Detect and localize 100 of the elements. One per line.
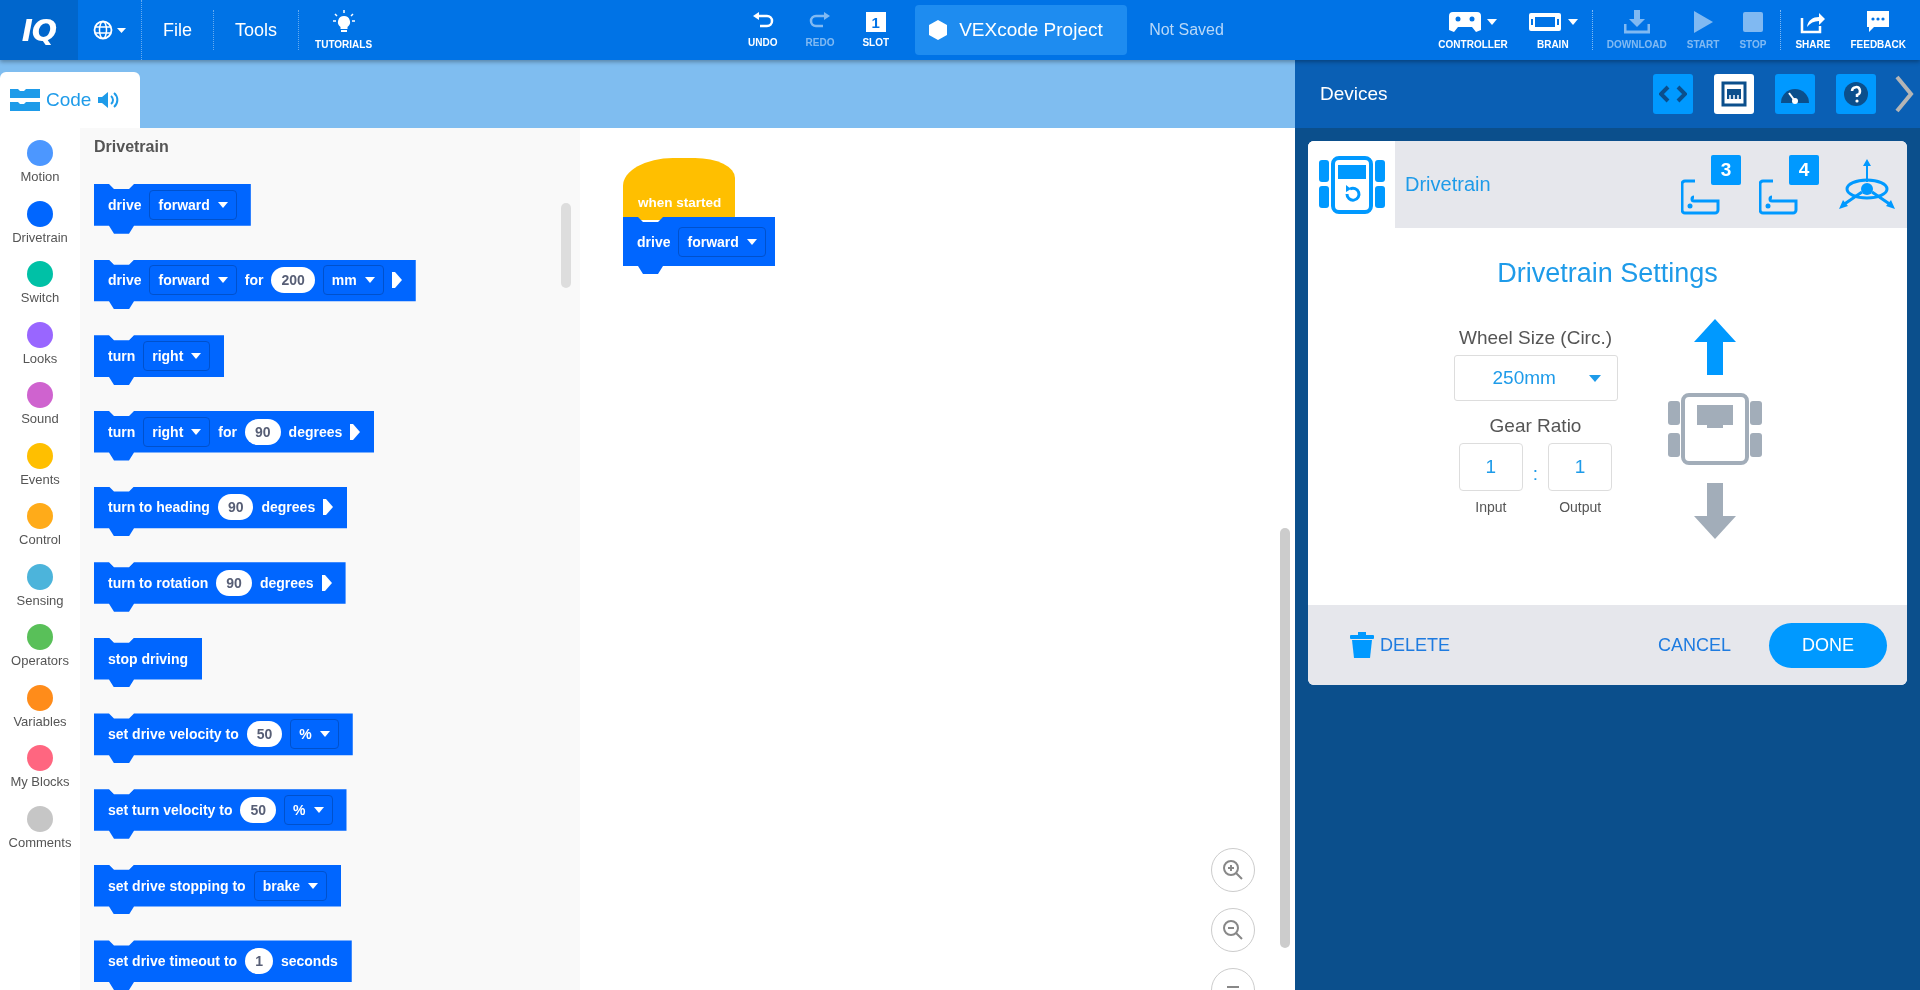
code-block[interactable]: stop driving: [94, 637, 203, 688]
code-block[interactable]: turn to heading 90 degrees: [94, 486, 348, 537]
code-tab[interactable]: Code: [0, 72, 140, 128]
code-tab[interactable]: [1653, 74, 1693, 114]
feedback-button[interactable]: FEEDBACK: [1840, 10, 1916, 50]
logo[interactable]: IQ: [0, 0, 78, 60]
output-field[interactable]: 1: [1548, 443, 1613, 491]
scrollbar[interactable]: [561, 203, 571, 288]
menu-button[interactable]: File: [142, 10, 214, 50]
dropdown-field[interactable]: right: [143, 341, 211, 372]
code-block[interactable]: drive forward for 200 mm: [94, 259, 416, 310]
dropdown-field[interactable]: forward: [678, 226, 766, 257]
block-label: drive: [108, 196, 142, 213]
caret-icon: [217, 201, 228, 208]
blocks-icon: [10, 87, 40, 113]
delete-button[interactable]: DELETE: [1350, 632, 1451, 658]
arrow-icon[interactable]: [321, 575, 332, 591]
code-block[interactable]: drive forward: [623, 217, 775, 274]
category-heading: Drivetrain: [94, 138, 169, 156]
arrow-icon[interactable]: [323, 499, 334, 516]
zoom-out-button[interactable]: [1211, 908, 1255, 952]
zoom-in-icon: [1221, 858, 1245, 882]
input-field[interactable]: 1: [1458, 443, 1523, 491]
arrow-icon[interactable]: [391, 272, 402, 289]
help-tab[interactable]: [1836, 74, 1876, 114]
dropdown-field[interactable]: forward: [149, 189, 237, 220]
number-field[interactable]: 90: [245, 418, 281, 445]
category-item[interactable]: Drivetrain: [0, 200, 80, 261]
motor-icon[interactable]: [1759, 178, 1799, 215]
category-item[interactable]: Sound: [0, 382, 80, 443]
drivetrain-icon: [1318, 155, 1385, 214]
devices-tab[interactable]: [1714, 74, 1754, 114]
category-item[interactable]: Switch: [0, 261, 80, 322]
category-item[interactable]: Events: [0, 442, 80, 503]
chevron-right-icon[interactable]: [1894, 75, 1914, 113]
dropdown-field[interactable]: forward: [149, 265, 237, 296]
caret-icon: [191, 353, 202, 360]
caret-icon: [1487, 19, 1498, 25]
code-icon: [1659, 84, 1687, 104]
arrow-icon[interactable]: [350, 423, 361, 440]
number-field[interactable]: 50: [240, 796, 277, 823]
block-label: stop driving: [108, 650, 189, 667]
block-label: for: [244, 272, 264, 289]
globe-icon: [92, 20, 127, 40]
code-block[interactable]: set drive timeout to 1 seconds: [94, 940, 352, 990]
arrow-up-icon[interactable]: [1693, 319, 1736, 375]
number-field[interactable]: 90: [216, 570, 252, 596]
dropdown-field[interactable]: right: [143, 416, 211, 447]
number-field[interactable]: 90: [217, 494, 254, 521]
caret-icon: [191, 428, 202, 435]
wheel-size-dropdown[interactable]: 250mm: [1453, 355, 1618, 401]
category-item[interactable]: Looks: [0, 321, 80, 382]
undo-button[interactable]: UNDO: [738, 12, 788, 48]
dropdown-field[interactable]: %: [284, 794, 333, 825]
code-block[interactable]: turn right for 90 degrees: [94, 410, 375, 461]
tutorials-button[interactable]: TUTORIALS: [299, 10, 389, 50]
controller-button[interactable]: CONTROLLER: [1428, 10, 1518, 50]
motor-icon[interactable]: [1681, 178, 1721, 215]
brain-button[interactable]: BRAIN: [1517, 10, 1588, 50]
menu-button[interactable]: Tools: [214, 10, 300, 50]
code-block[interactable]: set turn velocity to 50 %: [94, 789, 347, 839]
number-field[interactable]: 200: [271, 267, 315, 294]
brain-icon: [1527, 10, 1562, 34]
trash-icon: [1350, 632, 1374, 658]
code-block[interactable]: set drive stopping to brake: [94, 864, 342, 915]
caret-icon: [364, 277, 375, 284]
category-item[interactable]: My Blocks: [0, 745, 80, 806]
code-block[interactable]: set drive velocity to 50 %: [94, 713, 353, 764]
share-icon: [1799, 10, 1826, 34]
dashboard-tab[interactable]: [1775, 74, 1815, 114]
project-name-field[interactable]: VEXcode Project: [915, 5, 1128, 55]
cancel-button[interactable]: CANCEL: [1657, 634, 1731, 656]
category-item[interactable]: Sensing: [0, 563, 80, 624]
share-button[interactable]: SHARE: [1785, 10, 1841, 50]
slot-button[interactable]: 1 SLOT: [852, 12, 900, 48]
scrollbar[interactable]: [1280, 528, 1290, 948]
zoom-in-button[interactable]: [1211, 848, 1255, 892]
block-label: turn: [108, 423, 136, 440]
code-block[interactable]: turn to rotation 90 degrees: [94, 562, 346, 612]
arrow-down-icon[interactable]: [1693, 483, 1736, 539]
category-item[interactable]: Comments: [0, 805, 80, 866]
category-item[interactable]: Motion: [0, 140, 80, 201]
code-block[interactable]: turn right: [94, 335, 225, 385]
dropdown-field[interactable]: mm: [322, 265, 384, 296]
category-item[interactable]: Control: [0, 503, 80, 564]
block-label: set turn velocity to: [108, 801, 233, 818]
port-number: 4: [1789, 154, 1819, 185]
code-block[interactable]: drive forward: [94, 184, 251, 234]
block-label: set drive velocity to: [108, 726, 239, 743]
dropdown-field[interactable]: brake: [253, 870, 328, 901]
number-field[interactable]: 1: [245, 948, 273, 975]
dropdown-field[interactable]: %: [290, 719, 339, 750]
number-field[interactable]: 50: [246, 721, 283, 748]
done-button[interactable]: DONE: [1769, 622, 1887, 668]
category-item[interactable]: Variables: [0, 684, 80, 745]
category-item[interactable]: Operators: [0, 624, 80, 685]
block-label: seconds: [280, 953, 338, 970]
slot-number: 1: [865, 12, 886, 32]
port-icon: [1721, 81, 1747, 107]
gamepad-icon: [1449, 10, 1482, 34]
